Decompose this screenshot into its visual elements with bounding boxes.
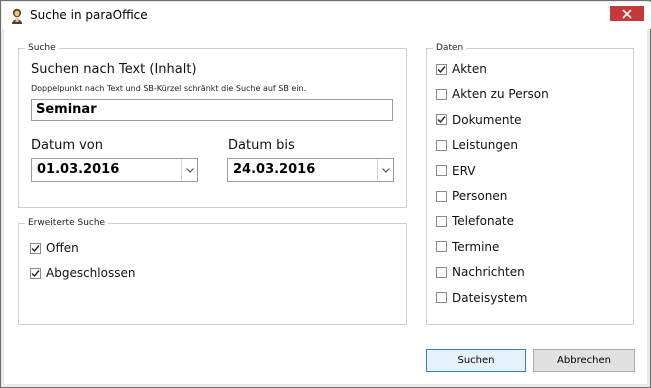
advanced-search-group: Erweiterte Suche Offen Abgeschlossen xyxy=(18,217,407,325)
date-from-value: 01.03.2016 xyxy=(37,162,120,177)
search-group: Suche Suchen nach Text (Inhalt) Doppelpu… xyxy=(18,42,407,208)
checkbox-label: Nachrichten xyxy=(452,265,525,280)
date-from-label: Datum von xyxy=(31,138,103,153)
checkbox-label: Dokumente xyxy=(452,112,522,127)
search-text-label: Suchen nach Text (Inhalt) xyxy=(31,62,197,77)
checkbox-open[interactable]: Offen xyxy=(30,239,79,257)
data-source-checkbox[interactable]: Akten zu Person xyxy=(436,85,549,103)
checkbox-box[interactable] xyxy=(30,267,41,279)
date-to-dropdown-button[interactable] xyxy=(377,159,393,181)
data-source-checkbox[interactable]: Dateisystem xyxy=(436,289,527,307)
data-group-label: Daten xyxy=(433,42,467,54)
data-source-checkbox[interactable]: Dokumente xyxy=(436,111,522,129)
checkbox-label: Abgeschlossen xyxy=(46,266,136,280)
date-to-picker[interactable]: 24.03.2016 xyxy=(227,158,394,182)
checkbox-label: Telefonate xyxy=(452,214,515,229)
data-source-checkbox[interactable]: ERV xyxy=(436,162,475,180)
date-to-value: 24.03.2016 xyxy=(233,162,316,177)
close-icon xyxy=(622,8,632,19)
checkmark-icon xyxy=(31,244,40,252)
app-logo-icon xyxy=(12,8,22,24)
advanced-group-label: Erweiterte Suche xyxy=(25,217,109,229)
checkbox-box[interactable] xyxy=(436,190,447,202)
chevron-down-icon xyxy=(185,167,194,173)
checkbox-label: Termine xyxy=(452,239,500,254)
date-from-dropdown-button[interactable] xyxy=(181,159,197,181)
data-source-checkbox[interactable]: Termine xyxy=(436,238,499,256)
date-from-picker[interactable]: 01.03.2016 xyxy=(31,158,198,182)
checkbox-box[interactable] xyxy=(436,139,447,151)
title-bar: Suche in paraOffice xyxy=(2,2,651,29)
checkbox-label: ERV xyxy=(452,163,476,178)
checkbox-label: Personen xyxy=(452,189,508,203)
checkbox-box[interactable] xyxy=(436,63,447,75)
close-button[interactable] xyxy=(610,6,644,21)
checkbox-label: Offen xyxy=(46,241,79,255)
checkmark-icon xyxy=(437,116,446,124)
data-source-checkbox[interactable]: Nachrichten xyxy=(436,263,525,281)
checkmark-icon xyxy=(31,269,40,277)
data-source-checkbox[interactable]: Leistungen xyxy=(436,136,518,154)
cancel-button[interactable]: Abbrechen xyxy=(533,349,635,372)
checkmark-icon xyxy=(437,65,446,73)
search-text-input[interactable]: Seminar xyxy=(31,99,393,121)
checkbox-label: Akten zu Person xyxy=(452,87,549,102)
checkbox-box[interactable] xyxy=(436,292,447,304)
search-group-label: Suche xyxy=(25,42,59,54)
checkbox-closed[interactable]: Abgeschlossen xyxy=(30,264,135,282)
data-source-checkbox[interactable]: Akten xyxy=(436,60,487,78)
checkbox-box[interactable] xyxy=(30,242,41,254)
checkbox-label: Akten xyxy=(452,62,487,76)
checkbox-label: Dateisystem xyxy=(452,290,528,305)
data-source-checkbox[interactable]: Telefonate xyxy=(436,212,514,230)
chevron-down-icon xyxy=(381,167,390,173)
checkbox-box[interactable] xyxy=(436,266,447,278)
checkbox-box[interactable] xyxy=(436,165,447,177)
checkbox-box[interactable] xyxy=(436,114,447,126)
search-button[interactable]: Suchen xyxy=(426,349,526,372)
data-sources-group: Daten Akten Akten zu Person Dokumente Leist… xyxy=(426,42,634,325)
checkbox-label: Leistungen xyxy=(452,138,518,153)
window-title: Suche in paraOffice xyxy=(30,8,148,22)
checkbox-box[interactable] xyxy=(436,88,447,100)
search-dialog: Suche in paraOffice Suche Suchen nach Te… xyxy=(0,0,651,388)
data-source-checkbox[interactable]: Personen xyxy=(436,187,507,205)
date-to-label: Datum bis xyxy=(228,138,295,153)
search-hint: Doppelpunkt nach Text und SB-Kürzel schr… xyxy=(31,84,307,93)
checkbox-box[interactable] xyxy=(436,241,447,253)
checkbox-box[interactable] xyxy=(436,215,447,227)
